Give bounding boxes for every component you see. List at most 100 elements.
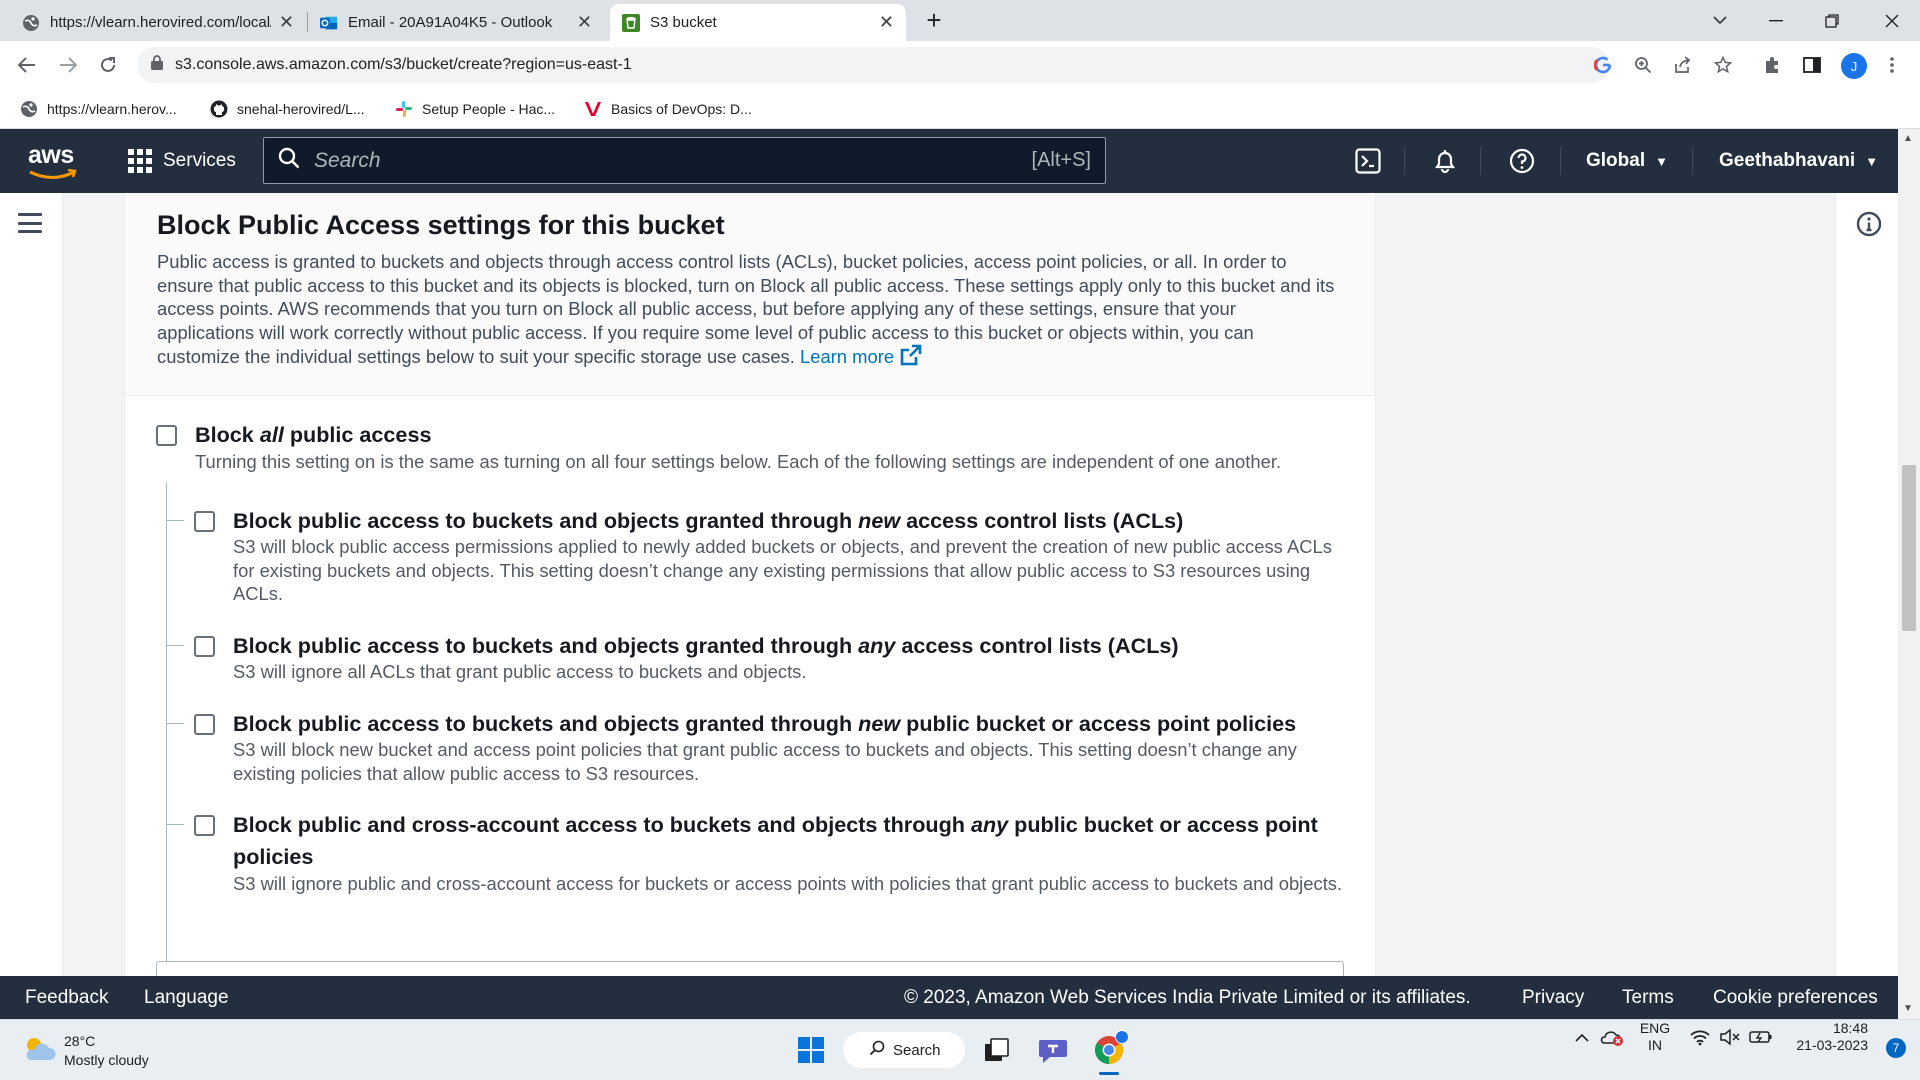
block-any-policies-checkbox[interactable] [194,815,215,836]
slack-icon [395,100,413,118]
tree-connector-branch [166,824,184,825]
caret-down-icon: ▼ [1865,153,1879,169]
bookmark-slack[interactable]: Setup People - Hac... [395,97,555,121]
input-language-indicator[interactable]: ENG IN [1633,1020,1677,1054]
url-text: s3.console.aws.amazon.com/s3/bucket/crea… [175,56,632,73]
taskbar-search-button[interactable]: Search [843,1032,965,1068]
share-icon[interactable] [1671,53,1695,77]
restore-button[interactable] [1804,0,1860,41]
learn-more-label: Learn more [800,346,895,367]
aws-logo[interactable]: aws [26,141,82,181]
teams-chat-icon[interactable] [1035,1032,1071,1068]
privacy-link[interactable]: Privacy [1522,987,1584,1009]
title-part: public access [283,422,432,447]
back-button[interactable] [11,49,43,81]
weather-widget[interactable]: 28°C Mostly cloudy [22,1032,149,1070]
services-menu-button[interactable]: Services [128,143,236,179]
vired-icon [584,100,602,118]
task-view-icon[interactable] [979,1032,1015,1068]
main-content: Block Public Access settings for this bu… [63,193,1835,976]
hamburger-menu-icon[interactable] [18,213,42,233]
bookmark-vired[interactable]: Basics of DevOps: D... [584,97,752,121]
close-tab-icon[interactable]: ✕ [577,12,592,33]
aws-search-bar[interactable]: [Alt+S] [263,137,1106,184]
aws-console-footer: Feedback Language © 2023, Amazon Web Ser… [0,976,1898,1019]
tree-connector-branch [166,645,184,646]
active-app-indicator [1099,1072,1119,1075]
cloudshell-icon[interactable] [1354,147,1382,175]
wifi-icon[interactable] [1687,1020,1713,1054]
weather-text: 28°C Mostly cloudy [64,1032,149,1070]
scroll-up-arrow-icon[interactable]: ▲ [1903,133,1913,144]
chrome-taskbar-icon[interactable] [1091,1030,1129,1075]
search-input[interactable] [314,148,1032,173]
forward-button[interactable] [52,49,84,81]
block-any-acls-checkbox[interactable] [194,636,215,657]
bookmark-star-icon[interactable] [1711,53,1735,77]
block-all-public-access-checkbox[interactable] [156,425,177,446]
bookmark-github[interactable]: snehal-herovired/L... [210,97,365,121]
bookmark-label: Setup People - Hac... [422,101,556,117]
reload-button[interactable] [92,49,124,81]
tab-search-chevron-icon[interactable] [1692,0,1748,41]
zoom-icon[interactable] [1631,53,1655,77]
onedrive-error-icon[interactable] [1598,1020,1626,1054]
scrollbar-thumb[interactable] [1902,465,1916,631]
copyright-text: © 2023, Amazon Web Services India Privat… [904,987,1471,1008]
tab-s3-bucket[interactable]: S3 bucket ✕ [610,4,906,41]
minimize-button[interactable] [1748,0,1804,41]
battery-icon[interactable] [1747,1020,1775,1054]
notifications-bell-icon[interactable] [1431,147,1459,175]
region-selector[interactable]: Global ▼ [1586,147,1668,175]
panel-description-text: Public access is granted to buckets and … [157,251,1335,367]
globe-icon [20,100,38,118]
block-new-acls-title: Block public access to buckets and objec… [233,508,1183,534]
block-new-policies-desc: S3 will block new bucket and access poin… [233,739,1297,784]
extensions-icon[interactable] [1760,53,1784,77]
notification-count-badge[interactable]: 7 [1886,1038,1906,1058]
cookie-preferences-link[interactable]: Cookie preferences [1713,987,1878,1009]
title-emphasis: any [970,812,1009,837]
block-new-acls-checkbox[interactable] [194,511,215,532]
close-tab-icon[interactable]: ✕ [879,12,894,33]
help-icon[interactable] [1508,147,1536,175]
panel-title: Block Public Access settings for this bu… [157,210,725,240]
chrome-menu-icon[interactable] [1880,53,1904,77]
clock-time: 18:48 [1832,1020,1868,1036]
language-link[interactable]: Language [144,987,229,1009]
scroll-down-arrow-icon[interactable]: ▼ [1903,1003,1913,1014]
info-icon[interactable] [1856,211,1882,242]
account-menu[interactable]: Geethabhavani ▼ [1719,147,1878,175]
aws-smile-icon [29,169,77,179]
lock-icon[interactable] [151,55,163,75]
block-new-acls-desc: S3 will block public access permissions … [233,536,1332,604]
weather-temperature: 28°C [64,1033,96,1049]
tab-outlook[interactable]: Email - 20A91A04K5 - Outlook ✕ [308,4,604,41]
show-hidden-icons-chevron-icon[interactable] [1572,1020,1592,1054]
block-new-policies-checkbox[interactable] [194,714,215,735]
bookmark-vlearn[interactable]: https://vlearn.herov... [20,97,177,121]
google-lens-icon[interactable] [1591,53,1615,77]
learn-more-link[interactable]: Learn more [800,344,922,367]
feedback-link[interactable]: Feedback [25,987,108,1009]
page-scrollbar[interactable]: ▲ ▼ [1898,129,1920,1019]
tree-connector-branch [166,520,184,521]
speaker-muted-icon[interactable] [1717,1020,1743,1054]
side-panel-icon[interactable] [1800,53,1824,77]
weather-description: Mostly cloudy [64,1052,149,1068]
tab-vlearn[interactable]: https://vlearn.herovired.com/local/ ✕ [10,4,306,41]
cloudy-weather-icon [22,1034,56,1069]
close-tab-icon[interactable]: ✕ [279,12,294,33]
system-clock[interactable]: 18:48 21-03-2023 [1782,1020,1868,1054]
new-tab-button[interactable]: + [906,0,962,41]
windows-start-button[interactable] [793,1032,829,1068]
terms-link[interactable]: Terms [1622,987,1674,1009]
browser-tab-bar: https://vlearn.herovired.com/local/ ✕ Em… [0,0,1920,41]
profile-avatar[interactable]: J [1841,53,1867,79]
next-section-card [156,961,1344,976]
aws-console-header: aws Services [Alt+S] Global ▼ Geethabhav… [0,129,1898,193]
title-part: Block public and cross-account access to… [233,812,971,837]
address-bar[interactable]: s3.console.aws.amazon.com/s3/bucket/crea… [137,47,1732,83]
outlook-icon [320,14,338,32]
close-window-button[interactable] [1864,0,1920,41]
